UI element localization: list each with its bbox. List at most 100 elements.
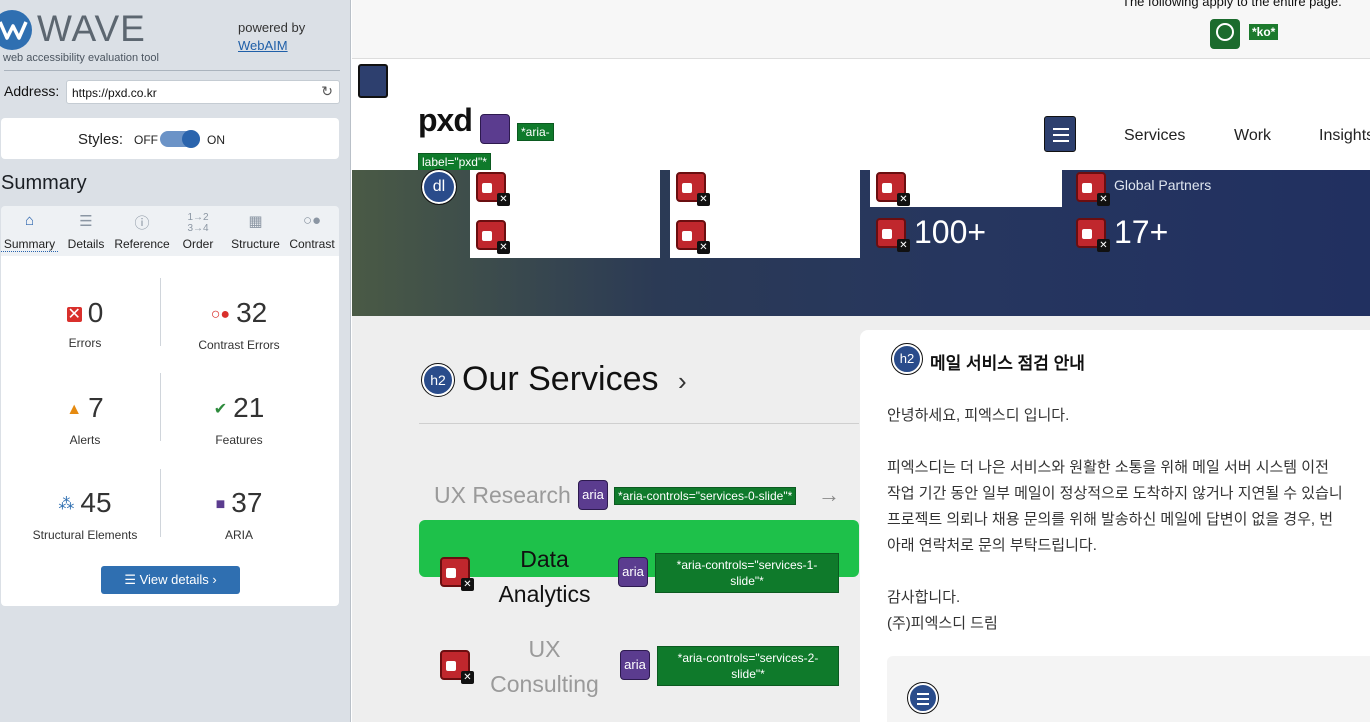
service-title-line: Consulting — [490, 671, 599, 697]
tab-label: Structure — [231, 237, 280, 251]
aria-label: ARIA — [224, 528, 253, 542]
stat-errors[interactable]: ✕ 0 Errors — [5, 296, 165, 350]
summary-card: ✕ 0 Errors ○● 32 Contrast Errors ▲ 7 Alerts… — [1, 256, 339, 606]
webaim-link[interactable]: WebAIM — [238, 38, 288, 53]
tab-details[interactable]: ☰ Details — [63, 206, 109, 256]
error-image-icon[interactable]: ✕ — [676, 220, 710, 254]
nav-services[interactable]: Services — [1124, 127, 1185, 145]
modal-line: 작업 기간 동안 일부 메일이 정상적으로 도착하지 않거나 지연될 수 있습니 — [887, 485, 1343, 502]
modal-thanks: 감사합니다. — [887, 589, 961, 606]
arrow-right-icon[interactable]: → — [818, 482, 840, 508]
info-icon: ⓘ — [134, 215, 150, 232]
stat-contrast-errors[interactable]: ○● 32 Contrast Errors — [159, 296, 319, 352]
services-heading: Our Services — [462, 360, 659, 398]
error-image-icon[interactable]: ✕ — [1076, 218, 1110, 252]
tab-reference[interactable]: ⓘ Reference — [113, 206, 171, 256]
address-bar: Address: https://pxd.co.kr ↻ — [4, 80, 340, 104]
service-ux-consulting[interactable]: UX Consulting — [482, 632, 607, 702]
error-image-icon[interactable]: ✕ — [676, 172, 710, 206]
stat-alerts[interactable]: ▲ 7 Alerts — [5, 391, 165, 447]
error-image-icon[interactable]: ✕ — [440, 557, 474, 591]
aria-icon[interactable]: aria — [618, 557, 648, 587]
aria-controls-label: *aria-controls="services-1- slide"* — [655, 553, 839, 593]
tab-label: Contrast — [289, 237, 335, 251]
aria-controls-line: slide"* — [730, 574, 764, 588]
alerts-count: 7 — [88, 392, 104, 423]
navigation-icon[interactable] — [1044, 116, 1076, 152]
stat-features[interactable]: ✔ 21 Features — [159, 391, 319, 447]
service-title-line: UX — [528, 636, 561, 662]
global-partners-label: Global Partners — [1114, 177, 1212, 193]
page-level-notice: The following apply to the entire page. — [1122, 0, 1342, 9]
service-data-analytics[interactable]: Data Analytics — [482, 542, 607, 612]
styles-toggle-card: Styles: OFF ON — [1, 118, 339, 159]
alert-icon: ▲ — [66, 401, 83, 418]
error-image-icon[interactable]: ✕ — [876, 218, 910, 252]
structural-count: 45 — [80, 487, 112, 518]
page-level-bar: The following apply to the entire page. … — [352, 0, 1370, 59]
document-icon[interactable] — [358, 64, 388, 98]
modal-title: 메일 서비스 점검 안내 — [930, 354, 1085, 373]
modal-line: 피엑스디는 더 나은 서비스와 원활한 소통을 위해 메일 서버 시스템 이전 — [887, 459, 1329, 476]
styles-toggle[interactable] — [160, 130, 200, 148]
styles-label: Styles: — [78, 131, 124, 148]
aria-label-tag-icon[interactable] — [480, 114, 510, 144]
view-details-label: View details › — [139, 572, 217, 587]
heading-h2-icon[interactable]: h2 — [891, 343, 923, 375]
structure-icon: ⁂ — [58, 496, 75, 513]
view-details-button[interactable]: ☰ View details › — [101, 566, 240, 594]
error-image-icon[interactable]: ✕ — [876, 172, 910, 206]
brand-logo[interactable]: pxd — [418, 102, 473, 139]
wave-logo-row: WAVE web accessibility evaluation tool p… — [0, 8, 351, 64]
nav-work[interactable]: Work — [1234, 127, 1271, 145]
aria-icon: ■ — [215, 496, 226, 513]
tab-order[interactable]: 1→2 3→4 Order — [178, 206, 218, 256]
list-icon[interactable] — [907, 682, 939, 714]
list-icon: ☰ — [79, 213, 93, 230]
tab-label: Order — [182, 237, 214, 251]
divider — [4, 70, 340, 71]
error-image-icon[interactable]: ✕ — [440, 650, 474, 684]
aria-icon[interactable]: aria — [578, 480, 608, 510]
modal-greeting: 안녕하세요, 피엑스디 입니다. — [887, 407, 1070, 424]
wave-logo-icon — [0, 10, 32, 50]
tab-contrast[interactable]: ○● Contrast — [286, 206, 338, 256]
definition-list-icon[interactable]: dl — [421, 169, 457, 205]
chevron-right-icon[interactable]: › — [678, 366, 687, 397]
error-icon: ✕ — [66, 306, 82, 323]
errors-count: 0 — [87, 297, 104, 328]
contrast-errors-label: Contrast Errors — [198, 338, 280, 352]
stat-aria[interactable]: ■ 37 ARIA — [159, 486, 319, 542]
hero-stat-number: 100+ — [914, 214, 987, 250]
error-image-icon[interactable]: ✕ — [476, 172, 510, 206]
aria-label-text-2: label="pxd"* — [418, 153, 491, 171]
stat-structural[interactable]: ⁂ 45 Structural Elements — [5, 486, 165, 542]
modal-signature: (주)피엑스디 드림 — [887, 615, 998, 632]
toggle-knob — [182, 130, 200, 148]
tab-structure[interactable]: ▦ Structure — [228, 206, 283, 256]
language-globe-icon[interactable] — [1210, 19, 1240, 49]
contrast-error-icon: ○● — [210, 306, 231, 323]
service-title-line: Data — [520, 546, 569, 572]
tab-summary[interactable]: ⌂ Summary — [1, 206, 58, 256]
order-icon: 1→2 3→4 — [187, 212, 209, 234]
feature-icon: ✔ — [213, 401, 228, 418]
language-tag: *ko* — [1249, 24, 1279, 40]
list-icon: ☰ — [124, 572, 140, 587]
notice-modal: h2 메일 서비스 점검 안내 안녕하세요, 피엑스디 입니다. 피엑스디는 더… — [860, 330, 1370, 722]
aria-icon[interactable]: aria — [620, 650, 650, 680]
address-input[interactable]: https://pxd.co.kr ↻ — [66, 80, 340, 104]
heading-h2-icon[interactable]: h2 — [421, 363, 455, 397]
wave-sidebar: WAVE web accessibility evaluation tool p… — [0, 0, 351, 722]
aria-controls-label: *aria-controls="services-0-slide"* — [614, 487, 797, 505]
service-ux-research[interactable]: UX Research — [434, 482, 571, 509]
home-icon: ⌂ — [24, 212, 35, 229]
aria-controls-line: slide"* — [731, 667, 765, 681]
error-image-icon[interactable]: ✕ — [476, 220, 510, 254]
contrast-errors-count: 32 — [236, 297, 268, 328]
divider — [419, 423, 859, 424]
reload-icon[interactable]: ↻ — [321, 83, 333, 100]
aria-count: 37 — [231, 487, 263, 518]
nav-insights[interactable]: Insights — [1319, 127, 1370, 145]
error-image-icon[interactable]: ✕ — [1076, 172, 1110, 206]
